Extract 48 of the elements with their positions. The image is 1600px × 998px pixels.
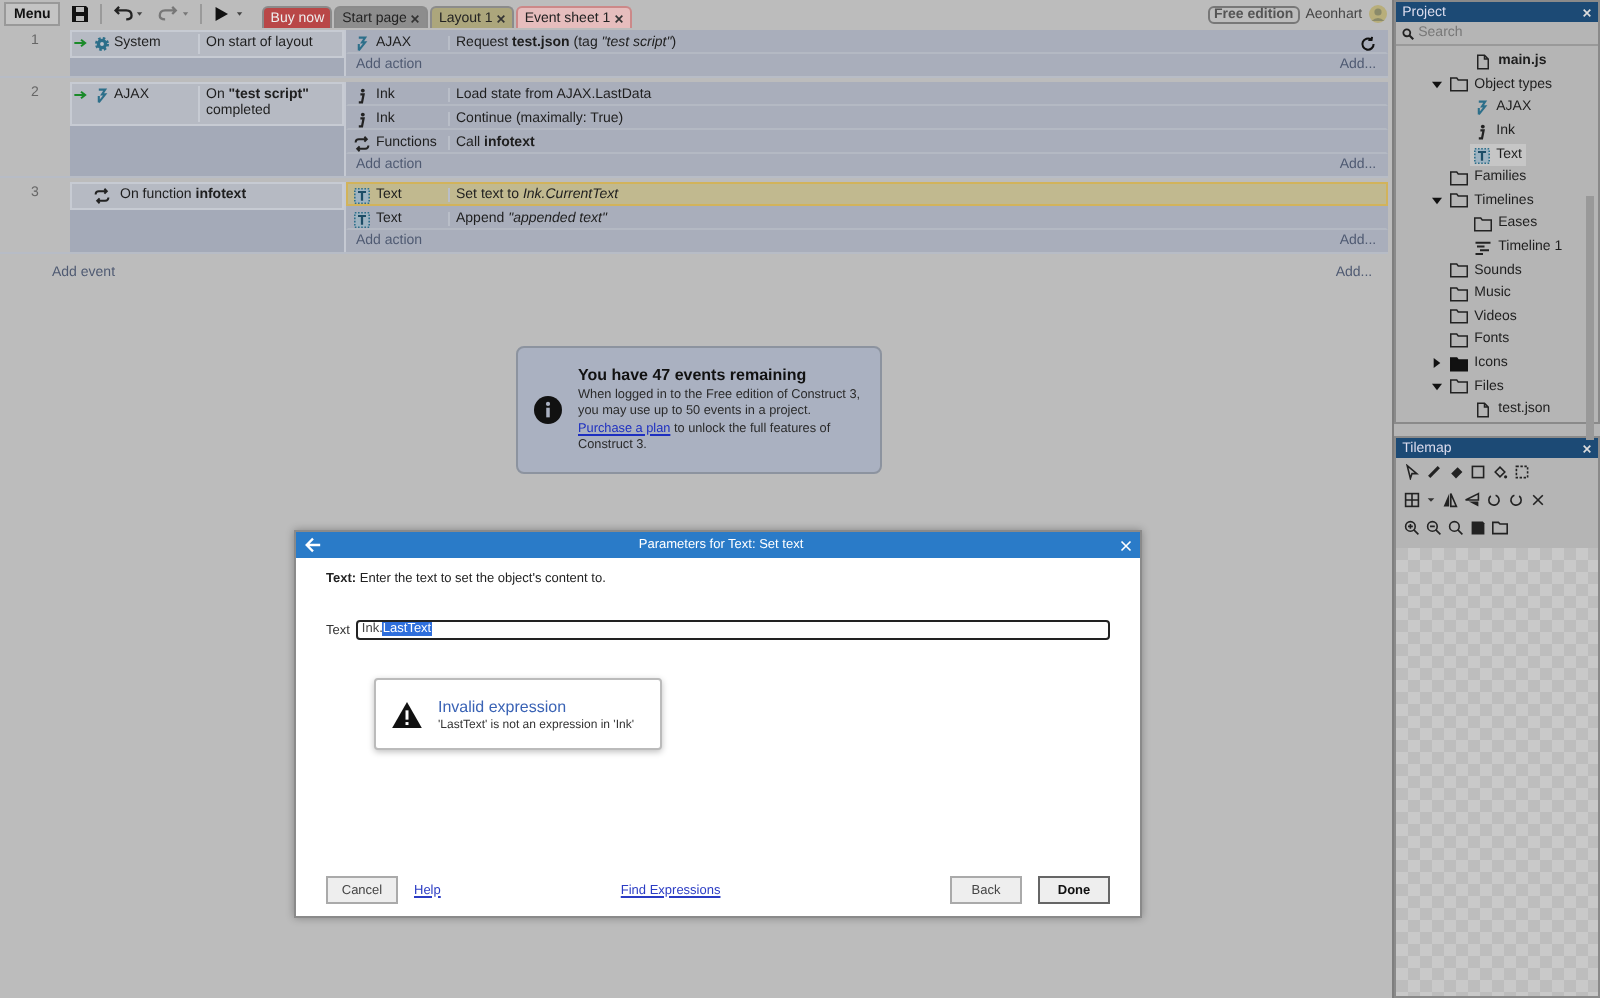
rotate-right-icon[interactable] xyxy=(1508,492,1525,508)
folder-icon[interactable] xyxy=(1492,520,1509,536)
info-icon xyxy=(534,396,562,424)
refresh-icon[interactable] xyxy=(1360,36,1377,52)
back-arrow-icon[interactable] xyxy=(304,536,322,554)
zoom-in-icon[interactable] xyxy=(1404,520,1421,536)
trigger-arrow-icon xyxy=(74,38,88,48)
expanded-triangle-icon[interactable] xyxy=(1432,195,1443,206)
save-icon[interactable] xyxy=(1470,520,1487,536)
pencil-icon[interactable] xyxy=(1426,464,1443,480)
text-object-icon xyxy=(354,211,370,227)
rotate-left-icon[interactable] xyxy=(1486,492,1503,508)
undo-icon[interactable] xyxy=(112,4,145,24)
info-letter-icon xyxy=(354,87,370,103)
dashed-square-icon[interactable] xyxy=(1514,464,1531,480)
text-object-icon xyxy=(354,187,370,203)
trigger-arrow-icon xyxy=(74,90,88,100)
expanded-triangle-icon[interactable] xyxy=(1432,79,1443,90)
close-icon[interactable] xyxy=(410,13,421,23)
close-icon[interactable] xyxy=(614,13,625,23)
close-icon[interactable] xyxy=(1530,492,1547,508)
collapsed-triangle-icon[interactable] xyxy=(1432,358,1443,369)
close-icon[interactable] xyxy=(496,13,507,23)
zoom-icon[interactable] xyxy=(1448,520,1465,536)
paint-bucket-icon[interactable] xyxy=(1492,464,1509,480)
info-letter-icon xyxy=(1474,124,1491,141)
loop-arrows-icon xyxy=(354,135,370,151)
play-icon[interactable] xyxy=(212,4,245,24)
cursor-icon[interactable] xyxy=(1404,464,1421,480)
expanded-triangle-icon[interactable] xyxy=(1432,381,1443,392)
text-object-icon xyxy=(1474,147,1491,164)
flip-vertical-icon[interactable] xyxy=(1464,492,1481,508)
search-icon xyxy=(1402,27,1415,39)
file-icon xyxy=(1474,53,1493,70)
timeline-icon xyxy=(1474,239,1493,256)
square-icon[interactable] xyxy=(1470,464,1487,480)
flip-horizontal-icon[interactable] xyxy=(1442,492,1459,508)
loop-arrows-icon xyxy=(94,188,110,204)
file-icon xyxy=(1474,401,1493,418)
info-letter-icon xyxy=(354,111,370,127)
gear-icon xyxy=(94,36,110,52)
zoom-out-icon[interactable] xyxy=(1426,520,1443,536)
folder-icon xyxy=(1450,76,1469,93)
warning-icon xyxy=(392,701,422,727)
notice-title: You have 47 events remaining xyxy=(578,365,809,383)
error-title: Invalid expression xyxy=(438,697,569,715)
save-icon[interactable] xyxy=(70,4,91,24)
grid-icon[interactable] xyxy=(1404,492,1421,508)
